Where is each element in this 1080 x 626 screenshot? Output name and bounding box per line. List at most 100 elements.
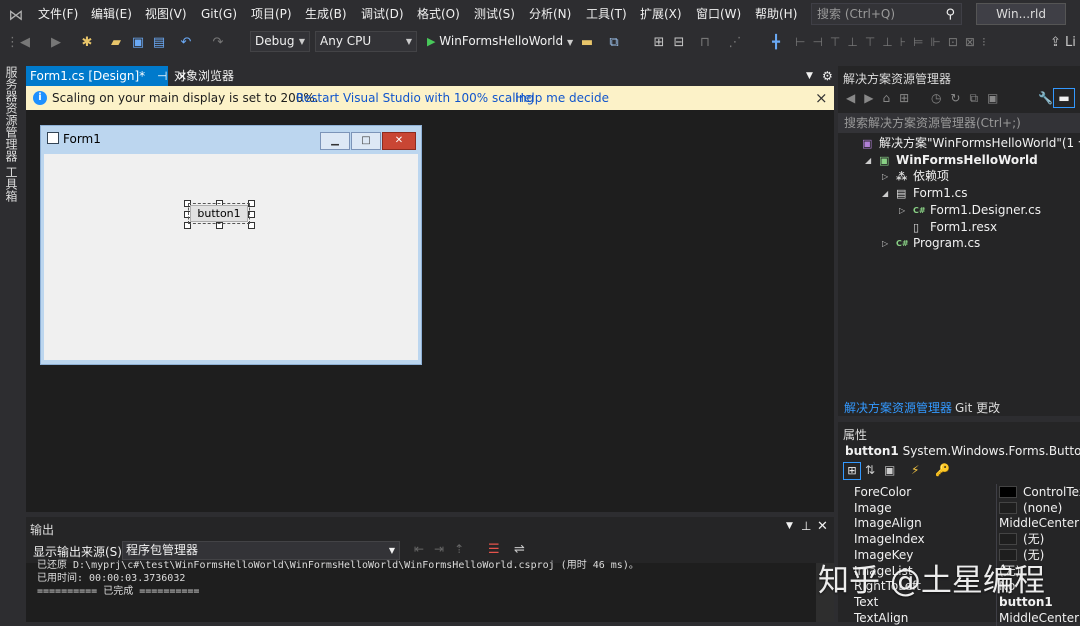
property-value[interactable]: ControlText: [1023, 484, 1080, 500]
property-pages-icon[interactable]: 🔑: [935, 463, 950, 477]
color-swatch: [999, 501, 1017, 514]
form-title: Form1: [63, 132, 101, 146]
property-row[interactable]: Image (none): [838, 499, 1080, 516]
visual-studio-logo-icon: ⋈: [8, 6, 24, 24]
form-client-area[interactable]: button1: [44, 154, 418, 360]
menu-window[interactable]: 窗口(W): [696, 0, 741, 29]
toolbox-tab[interactable]: 工具箱: [3, 166, 19, 202]
help-me-decide-link[interactable]: Help me decide: [515, 86, 609, 110]
property-value[interactable]: MiddleCenter: [999, 610, 1079, 626]
solution-explorer-panel: 解决方案资源管理器 ◀▶⌂⊞ ◷↻⧉▣ 🔧 ▬ 搜索解决方案资源管理器(Ctrl…: [838, 66, 1080, 416]
property-row[interactable]: ForeColor ControlText: [838, 484, 1080, 500]
search-input[interactable]: 搜索 (Ctrl+Q) ⚲: [811, 3, 962, 25]
tab-object-browser[interactable]: 对象浏览器: [174, 66, 234, 86]
layout-alignment-icons[interactable]: ⊢⊣⊤⊥⊤⊥⊦⊨⊩⊡⊠⁝: [795, 33, 1025, 52]
maximize-icon: □: [351, 132, 381, 150]
menu-test[interactable]: 测试(S): [474, 0, 515, 29]
pin-tab-icon[interactable]: ⊣: [157, 69, 167, 83]
expand-arrow-icon[interactable]: ▷: [882, 235, 888, 252]
save-icon[interactable]: ▣: [130, 33, 146, 52]
menu-view[interactable]: 视图(V): [145, 0, 187, 29]
menu-analyze[interactable]: 分析(N): [529, 0, 571, 29]
find-in-files-icon[interactable]: ▬: [579, 33, 595, 52]
properties-object-selector[interactable]: button1 System.Windows.Forms.Button: [845, 444, 1080, 458]
undo-icon[interactable]: ↶: [178, 33, 194, 52]
designer-button1[interactable]: button1: [190, 205, 248, 222]
object-type: System.Windows.Forms.Button: [902, 444, 1080, 458]
output-source-select[interactable]: 程序包管理器 ▼: [122, 541, 400, 560]
new-project-icon[interactable]: ✱: [79, 33, 95, 52]
property-row[interactable]: ImageIndex (无): [838, 531, 1080, 548]
info-bar: i Scaling on your main display is set to…: [26, 86, 834, 110]
server-explorer-tab[interactable]: 服务器资源管理器: [3, 66, 19, 162]
lock-controls-icon[interactable]: ⊓: [697, 33, 713, 52]
property-name: ForeColor: [854, 485, 912, 499]
solution-configuration-select[interactable]: Debug ▼: [250, 31, 310, 52]
tab-git-changes[interactable]: Git 更改: [955, 399, 1000, 416]
form-designer-surface[interactable]: Form1 ▁ □ ✕ button1: [26, 110, 834, 512]
menu-build[interactable]: 生成(B): [305, 0, 347, 29]
output-nav-icons[interactable]: ⇤⇥⇡: [414, 542, 474, 556]
menu-debug[interactable]: 调试(D): [361, 0, 404, 29]
categorized-view-icon[interactable]: ⊞: [843, 462, 861, 480]
bring-to-front-icon[interactable]: ⊟: [671, 33, 687, 52]
panel-options-icon[interactable]: ▼: [786, 521, 793, 531]
pin-panel-icon[interactable]: ⊥: [801, 519, 811, 533]
clear-all-icon[interactable]: ☰: [488, 542, 500, 557]
menu-tools[interactable]: 工具(T): [586, 0, 627, 29]
property-row[interactable]: TextAlign MiddleCenter: [838, 609, 1080, 626]
expand-arrow-icon[interactable]: ◢: [865, 152, 871, 169]
save-all-icon[interactable]: ▤: [151, 33, 167, 52]
output-text-area[interactable]: 已还原 D:\myprj\c#\test\WinFormsHelloWorld\…: [26, 560, 816, 622]
column-divider: [996, 609, 997, 626]
menu-extensions[interactable]: 扩展(X): [640, 0, 682, 29]
menu-git[interactable]: Git(G): [201, 0, 237, 29]
expand-arrow-icon[interactable]: ▷: [899, 202, 905, 219]
tree-item-label: 解决方案"WinFormsHelloWorld"(1 个项目: [879, 136, 1080, 150]
property-value[interactable]: MiddleCenter: [999, 515, 1079, 531]
browser-link-icon[interactable]: ⧉: [606, 33, 622, 52]
redo-icon[interactable]: ↷: [210, 33, 226, 52]
menu-help[interactable]: 帮助(H): [755, 0, 797, 29]
tab-solution-explorer[interactable]: 解决方案资源管理器: [844, 399, 952, 416]
expand-arrow-icon[interactable]: ▷: [882, 168, 888, 185]
play-icon: ▶: [427, 35, 436, 48]
properties-toolbar-icons[interactable]: ⇅▣: [865, 463, 904, 477]
center-horizontally-icon[interactable]: ╋: [768, 33, 784, 52]
tab-list-dropdown-icon[interactable]: ▼: [806, 66, 813, 86]
navigate-forward-icon[interactable]: ▶: [48, 33, 64, 52]
property-value[interactable]: (none): [1023, 500, 1062, 516]
property-row[interactable]: ImageAlign MiddleCenter: [838, 515, 1080, 532]
menu-edit[interactable]: 编辑(E): [91, 0, 132, 29]
form-app-icon: [47, 132, 59, 144]
dependencies-icon: ⁂: [896, 170, 908, 184]
menu-project[interactable]: 项目(P): [251, 0, 292, 29]
open-file-icon[interactable]: ▰: [108, 33, 124, 52]
snap-lines-icon[interactable]: ⋰: [727, 33, 743, 52]
watermark-text: 知乎 @土星编程: [818, 563, 1045, 599]
start-debugging-button[interactable]: ▶ WinFormsHelloWorld ▼: [427, 31, 573, 52]
form1-window[interactable]: Form1 ▁ □ ✕ button1: [40, 125, 422, 365]
align-to-grid-icon[interactable]: ⊞: [651, 33, 667, 52]
solution-platform-select[interactable]: Any CPU ▼: [315, 31, 417, 52]
menu-file[interactable]: 文件(F): [38, 0, 78, 29]
properties-wrench-icon[interactable]: 🔧: [1038, 91, 1053, 105]
restart-scaling-link[interactable]: Restart Visual Studio with 100% scaling: [296, 86, 534, 110]
column-divider: [996, 531, 997, 548]
collapse-all-icon[interactable]: ▬: [1053, 88, 1075, 108]
events-lightning-icon[interactable]: ⚡: [911, 463, 919, 477]
close-panel-icon[interactable]: ✕: [817, 519, 828, 534]
word-wrap-icon[interactable]: ⇌: [514, 542, 525, 557]
column-divider: [996, 484, 997, 500]
solution-search-input[interactable]: 搜索解决方案资源管理器(Ctrl+;): [838, 113, 1080, 133]
run-target-label: WinFormsHelloWorld: [439, 34, 564, 48]
property-value[interactable]: (无): [1023, 531, 1044, 547]
navigate-back-icon[interactable]: ◀: [17, 33, 33, 52]
expand-arrow-icon[interactable]: ◢: [882, 185, 888, 202]
live-share-button[interactable]: ⇪ Li: [1050, 33, 1080, 52]
tab-form1-design[interactable]: Form1.cs [Design]* ⊣ ×: [26, 66, 187, 86]
settings-gear-icon[interactable]: ⚙: [822, 66, 833, 86]
close-infobar-icon[interactable]: ×: [815, 86, 828, 110]
menu-format[interactable]: 格式(O): [417, 0, 460, 29]
live-share-icon: ⇪: [1050, 35, 1061, 50]
